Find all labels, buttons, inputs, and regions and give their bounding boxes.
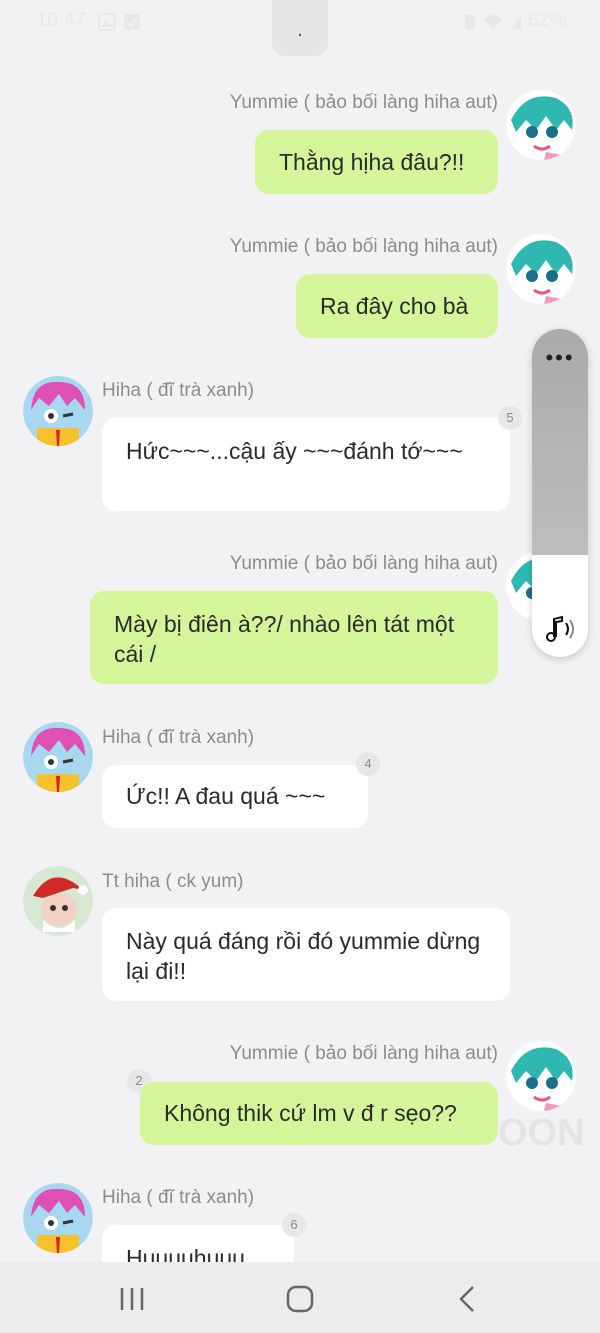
message-bubble[interactable]: Không thik cứ lm v đ r sẹo?? xyxy=(140,1082,498,1145)
watermark-text: OON xyxy=(498,1112,585,1154)
reaction-count: 5 xyxy=(498,406,522,430)
message-bubble[interactable]: Mày bị điên à??/ nhào lên tát một cái / xyxy=(90,591,498,684)
home-icon[interactable] xyxy=(280,1282,320,1316)
avatar-yummie[interactable] xyxy=(506,90,576,160)
notification-icons xyxy=(98,12,142,37)
sender-name: Tt hiha ( ck yum) xyxy=(102,871,244,892)
status-pill[interactable]: . xyxy=(272,0,328,56)
message-bubble[interactable]: Ra đây cho bà xyxy=(296,274,498,338)
navigation-bar xyxy=(0,1262,600,1333)
gallery-icon xyxy=(98,13,140,31)
message-bubble[interactable]: Thằng hịha đâu?!! xyxy=(255,130,498,194)
message-bubble[interactable]: Hức~~~...cậu ấy ~~~đánh tớ~~~ xyxy=(102,418,510,511)
avatar-hiha[interactable] xyxy=(23,376,93,446)
avatar-tt-hiha[interactable] xyxy=(23,866,93,936)
volume-panel[interactable]: ••• xyxy=(532,329,588,657)
sender-name: Hiha ( đĩ trà xanh) xyxy=(102,1187,255,1208)
avatar-hiha[interactable] xyxy=(23,1183,93,1253)
message-bubble[interactable]: Ức!! A đau quá ~~~ xyxy=(102,765,368,828)
system-icons: 62% xyxy=(463,10,566,32)
message-bubble[interactable]: Này quá đáng rồi đó yummie dừng lại đi!! xyxy=(102,908,510,1001)
more-options-icon[interactable]: ••• xyxy=(532,345,588,371)
sender-name: Yummie ( bảo bối làng hiha aut) xyxy=(229,92,498,113)
avatar-yummie[interactable] xyxy=(506,234,576,304)
back-icon[interactable] xyxy=(448,1282,488,1316)
watermark-logo: OON xyxy=(498,1112,585,1155)
sender-name: Yummie ( bảo bối làng hiha aut) xyxy=(229,1043,498,1064)
battery-percent: 62% xyxy=(527,10,566,31)
sender-name: Hiha ( đĩ trà xanh) xyxy=(102,380,255,401)
reaction-count: 4 xyxy=(356,752,380,776)
media-volume-icon[interactable] xyxy=(542,611,578,647)
status-bar: 10:47 . 62% xyxy=(0,0,600,56)
battery-wifi-signal-icon xyxy=(464,14,521,29)
status-time: 10:47 xyxy=(36,9,87,31)
sender-name: Yummie ( bảo bối làng hiha aut) xyxy=(229,236,498,257)
avatar-hiha[interactable] xyxy=(23,722,93,792)
sender-name: Hiha ( đĩ trà xanh) xyxy=(102,727,255,748)
avatar-yummie[interactable] xyxy=(506,1041,576,1111)
reaction-count: 6 xyxy=(282,1213,306,1237)
recent-apps-icon[interactable] xyxy=(112,1282,152,1316)
sender-name: Yummie ( bảo bối làng hiha aut) xyxy=(229,553,498,574)
